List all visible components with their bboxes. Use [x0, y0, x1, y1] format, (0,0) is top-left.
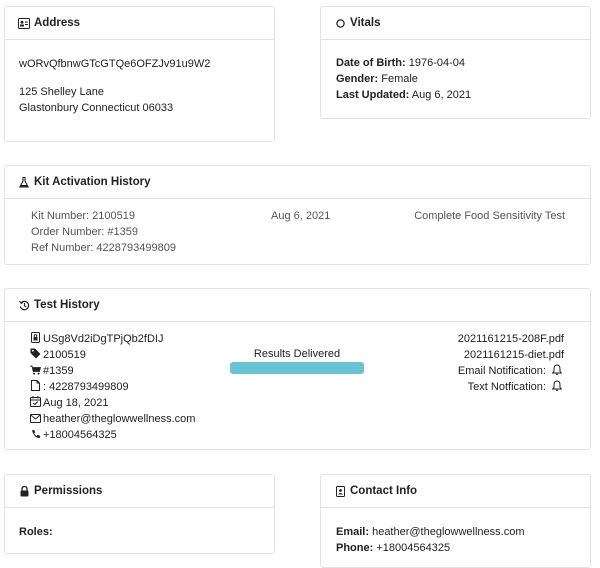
contact-info-header: Contact Info	[321, 475, 590, 508]
kit-test-name: Complete Food Sensitivity Test	[414, 210, 565, 222]
order-number: Order Number: #1359	[31, 226, 138, 238]
test-email-row: heather@theglowwellness.com	[30, 411, 195, 427]
contact-email-label: Email:	[336, 526, 370, 538]
lock-icon	[18, 485, 30, 497]
test-status: Results Delivered	[253, 348, 341, 360]
test-ref-row: : 4228793499809	[30, 379, 195, 395]
contact-email[interactable]: heather@theglowwellness.com	[372, 526, 524, 538]
calendar-check-icon	[30, 396, 41, 407]
kit-activation-title: Kit Activation History	[34, 176, 151, 188]
vitals-card: Vitals Date of Birth: 1976-04-04 Gender:…	[320, 6, 591, 119]
roles-label: Roles:	[19, 526, 53, 538]
test-email: heather@theglowwellness.com	[43, 413, 196, 425]
results-progress-bar	[230, 362, 364, 374]
test-order-row: #1359	[30, 363, 195, 379]
cart-icon	[30, 365, 41, 376]
vitals-title: Vitals	[350, 17, 381, 29]
test-phone-row: +18004564325	[30, 427, 195, 443]
test-phone: +18004564325	[43, 429, 117, 441]
ref-number: Ref Number: 4228793499809	[31, 242, 176, 254]
id-badge-icon	[334, 485, 346, 497]
tag-icon	[30, 348, 41, 359]
email-notification-row: Email Notification:	[458, 363, 564, 379]
last-updated-value: Aug 6, 2021	[411, 89, 472, 101]
contact-phone[interactable]: +18004564325	[376, 542, 450, 554]
vitals-card-header: Vitals	[321, 7, 590, 40]
address-card-icon	[18, 17, 30, 29]
text-notification-label: Text Notfication:	[467, 381, 546, 393]
kit-activation-date: Aug 6, 2021	[271, 210, 331, 222]
dob-label: Date of Birth:	[336, 57, 406, 69]
address-title: Address	[34, 17, 81, 29]
test-ref-number: : 4228793499809	[43, 381, 129, 393]
test-history-header: Test History	[5, 289, 590, 322]
email-notification-label: Email Notification:	[457, 365, 546, 377]
gender-label: Gender:	[336, 73, 379, 85]
kit-activation-header: Kit Activation History	[5, 166, 590, 199]
test-kit-row: 2100519	[30, 347, 195, 363]
file-lock-icon	[30, 332, 41, 343]
address-street: 125 Shelley Lane	[19, 86, 105, 98]
last-updated-label: Last Updated:	[336, 89, 410, 101]
test-history-title: Test History	[34, 299, 100, 311]
test-order-number: #1359	[43, 365, 74, 377]
contact-info-title: Contact Info	[350, 485, 418, 497]
permissions-header: Permissions	[5, 475, 274, 508]
circle-icon	[334, 17, 346, 29]
address-id-code: wORvQfbnwGTcGTQe6OFZJv91u9W2	[19, 58, 211, 70]
result-file-208f[interactable]: 2021161215-208F.pdf	[458, 331, 564, 347]
envelope-icon	[30, 413, 41, 424]
test-date: Aug 18, 2021	[43, 397, 109, 409]
file-icon	[30, 380, 41, 391]
test-code-row: USg8Vd2iDgTPjQb2fDIJ	[30, 331, 195, 347]
dob-value: 1976-04-04	[408, 57, 466, 69]
kit-number: Kit Number: 2100519	[31, 210, 135, 222]
flask-icon	[18, 176, 30, 188]
address-card-header: Address	[5, 7, 274, 40]
permissions-card: Permissions Roles:	[4, 474, 275, 554]
test-kit-number: 2100519	[43, 349, 86, 361]
bell-icon[interactable]	[551, 364, 562, 375]
contact-info-card: Contact Info Email: heather@theglowwelln…	[320, 474, 591, 568]
kit-activation-card: Kit Activation History Kit Number: 21005…	[4, 165, 591, 265]
test-code: USg8Vd2iDgTPjQb2fDIJ	[43, 333, 164, 345]
result-file-diet[interactable]: 2021161215-diet.pdf	[458, 347, 564, 363]
history-icon	[18, 299, 30, 311]
address-card: Address wORvQfbnwGTcGTQe6OFZJv91u9W2 125…	[4, 6, 275, 142]
gender-value: Female	[381, 73, 418, 85]
text-notification-row: Text Notfication:	[458, 379, 564, 395]
test-date-row: Aug 18, 2021	[30, 395, 195, 411]
phone-icon	[30, 429, 41, 440]
permissions-title: Permissions	[34, 485, 103, 497]
address-city-line: Glastonbury Connecticut 06033	[19, 102, 174, 114]
contact-phone-label: Phone:	[336, 542, 374, 554]
bell-icon[interactable]	[551, 380, 562, 391]
